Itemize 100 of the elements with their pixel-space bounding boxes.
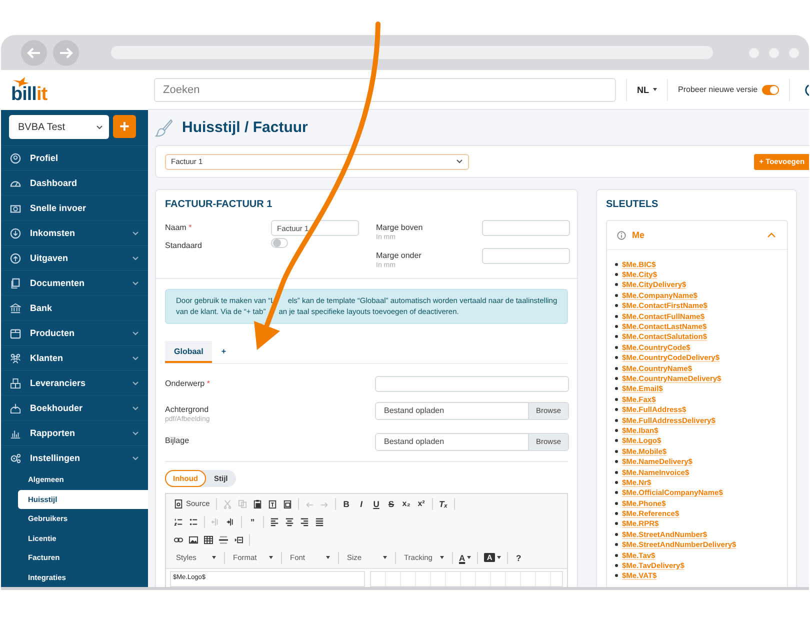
sidebar-item[interactable]: Rapporten — [1, 420, 148, 445]
documents-icon — [10, 278, 21, 288]
bullet — [615, 522, 618, 526]
chevron-down-icon — [132, 380, 139, 386]
bullet — [615, 283, 618, 286]
bullet — [615, 273, 618, 276]
style-button[interactable]: ” — [246, 514, 259, 528]
bullet — [615, 574, 618, 578]
margin-field[interactable] — [482, 220, 570, 236]
document-icon — [174, 498, 183, 508]
field-label: Achtergrond — [165, 404, 210, 414]
logo: billit — [11, 85, 48, 104]
bullet — [615, 480, 618, 484]
style-button[interactable]: Tₓ — [436, 496, 450, 510]
tray-icon — [10, 402, 21, 414]
boxes-icon — [10, 378, 21, 388]
field-label: Bijlage — [165, 434, 190, 444]
arrow-down-circle-icon — [10, 228, 21, 238]
chevron-down-icon — [132, 406, 139, 410]
bullet — [615, 314, 618, 318]
people-icon — [10, 352, 21, 364]
bullet — [615, 325, 618, 328]
field-label: Standaard — [165, 240, 203, 250]
bullet — [615, 450, 618, 453]
chevron-down-icon — [132, 280, 139, 286]
sidebar-item[interactable]: Snelle invoer — [1, 195, 148, 220]
toggle-switch[interactable] — [762, 84, 779, 94]
bullet — [615, 470, 618, 474]
sidebar-item[interactable]: Klanten — [1, 345, 148, 370]
chevron-down-icon — [96, 124, 103, 130]
style-button[interactable]: S — [384, 496, 398, 510]
bullet — [615, 294, 618, 297]
language-tab[interactable]: Globaal — [165, 340, 212, 362]
style-button[interactable]: x² — [414, 496, 428, 510]
toggle-label: Probeer nieuwe versie — [678, 85, 758, 94]
language-tab[interactable]: + — [212, 340, 236, 362]
chevron-down-icon — [132, 456, 139, 460]
bullet — [615, 398, 618, 401]
style-button[interactable]: ? — [512, 550, 526, 564]
text-color-button[interactable]: A — [457, 550, 474, 564]
bullet — [615, 366, 618, 370]
company-select[interactable]: BVBA Test — [9, 115, 109, 139]
sidebar-item[interactable]: Leveranciers — [1, 370, 148, 395]
bullet — [615, 262, 618, 266]
arrow-up-circle-icon — [10, 252, 21, 264]
sidebar-item[interactable]: Dashboard — [1, 170, 148, 195]
bullet — [615, 356, 618, 360]
subject-field[interactable] — [375, 376, 569, 392]
field-label: Marge onder — [376, 250, 422, 260]
bullet — [615, 376, 618, 380]
chevron-down-icon — [132, 430, 139, 436]
bullet — [615, 460, 618, 464]
bullet — [615, 439, 618, 442]
user-circle-icon — [10, 152, 21, 164]
bird-icon — [13, 77, 29, 87]
info-icon — [617, 230, 626, 240]
sidebar-item[interactable]: Instellingen — [1, 445, 148, 470]
sidebar-item[interactable]: Uitgaven — [1, 245, 148, 270]
bullet — [615, 304, 618, 308]
table-cell[interactable] — [370, 570, 563, 586]
bullet — [615, 346, 618, 349]
search-field[interactable]: Zoeken — [154, 78, 616, 102]
bullet — [615, 491, 618, 494]
chevron-down-icon — [132, 330, 139, 336]
bank-icon — [10, 302, 21, 314]
arrow-left-icon — [27, 46, 41, 58]
chevron-down-icon — [456, 159, 463, 164]
sidebar-item[interactable]: Bank — [1, 295, 148, 320]
sidebar-item[interactable]: Inkomsten — [1, 220, 148, 245]
bullet — [615, 418, 618, 422]
style-button[interactable]: B — [340, 496, 353, 510]
chevron-down-icon — [132, 356, 139, 360]
sidebar-item[interactable]: Boekhouder — [1, 395, 148, 420]
style-button[interactable]: U — [370, 496, 383, 510]
sidebar-item[interactable]: Documenten — [1, 270, 148, 295]
page-title: Huisstijl / Factuur — [182, 119, 308, 136]
chevron-down-icon — [132, 256, 139, 260]
sidebar-item[interactable]: Producten — [1, 320, 148, 345]
gears-icon — [10, 452, 21, 464]
toggle-switch[interactable] — [271, 238, 288, 248]
bullet — [615, 335, 618, 338]
box-icon — [10, 328, 21, 338]
arrow-right-icon — [59, 46, 73, 58]
bullet — [615, 408, 618, 412]
bullet — [615, 502, 618, 505]
field-label: Naam * — [165, 222, 193, 232]
bullet — [615, 532, 618, 536]
forward-button[interactable] — [53, 40, 79, 66]
bullet — [615, 564, 618, 568]
brush-icon — [155, 118, 173, 136]
language-dropdown[interactable]: NL — [637, 84, 657, 94]
sidebar-item[interactable]: Profiel — [1, 145, 148, 170]
margin-field[interactable] — [482, 248, 570, 264]
bullet — [615, 512, 618, 516]
chevron-down-icon — [132, 230, 139, 236]
style-button[interactable]: I — [354, 496, 368, 510]
bullet — [615, 428, 618, 432]
style-button[interactable]: x₂ — [400, 496, 413, 510]
bullet — [615, 543, 618, 546]
back-button[interactable] — [21, 40, 47, 66]
